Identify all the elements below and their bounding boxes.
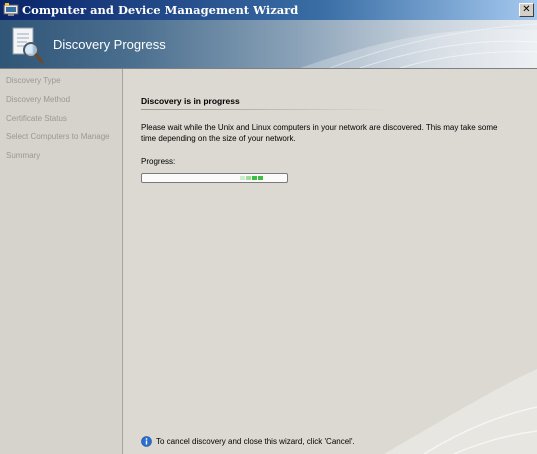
info-icon: [141, 436, 152, 447]
nav-item-select-computers[interactable]: Select Computers to Manage: [6, 132, 110, 142]
discovery-description: Please wait while the Unix and Linux com…: [141, 123, 498, 143]
nav-item-summary[interactable]: Summary: [6, 151, 40, 161]
close-icon: ✕: [522, 4, 531, 15]
close-button[interactable]: ✕: [519, 3, 534, 17]
nav-item-discovery-type[interactable]: Discovery Type: [6, 76, 61, 86]
section-title: Discovery is in progress: [141, 96, 240, 106]
cancel-hint: To cancel discovery and close this wizar…: [156, 437, 355, 446]
section-divider: [141, 109, 389, 110]
window-title: Computer and Device Management Wizard: [22, 3, 299, 17]
nav-item-certificate-status[interactable]: Certificate Status: [6, 114, 67, 124]
progress-block: [240, 176, 245, 180]
title-bar[interactable]: Computer and Device Management Wizard ✕: [0, 0, 537, 20]
nav-item-discovery-method[interactable]: Discovery Method: [6, 95, 70, 105]
discovery-progress-bar: [141, 173, 288, 183]
app-icon: [3, 3, 19, 16]
wizard-document-search-icon: [12, 27, 44, 64]
wizard-window: Computer and Device Management Wizard ✕ …: [0, 0, 537, 454]
wizard-steps-nav: Discovery Type Discovery Method Certific…: [0, 69, 123, 454]
progress-block: [252, 176, 257, 180]
page-title: Discovery Progress: [53, 37, 166, 52]
progress-block: [258, 176, 263, 180]
progress-label: Progress:: [141, 157, 176, 166]
header-banner: Discovery Progress: [0, 20, 537, 68]
progress-block: [246, 176, 251, 180]
main-content: Discovery is in progress Please wait whi…: [124, 69, 537, 454]
